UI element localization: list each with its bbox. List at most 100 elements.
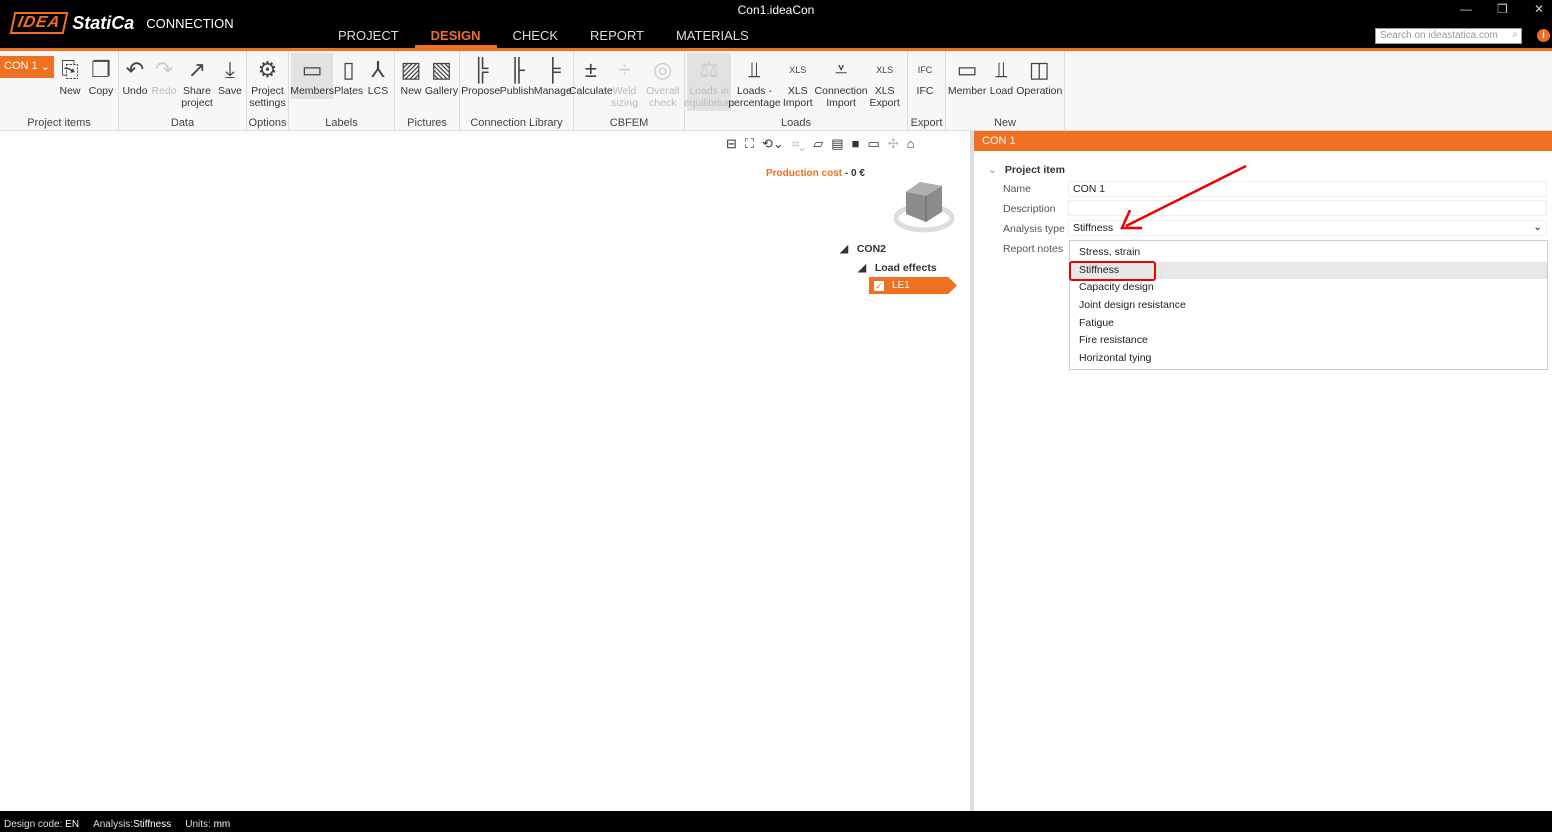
dropdown-option[interactable]: Fire resistance <box>1070 332 1547 350</box>
new-member-icon: ▭ <box>956 57 978 82</box>
check-icon: ◎ <box>653 57 673 82</box>
group-label: Loads <box>781 117 811 129</box>
button-label: Share project <box>181 85 213 109</box>
new-button[interactable]: ⎘ New <box>55 53 85 99</box>
connection-select[interactable]: CON 1 ⌄ <box>0 56 54 78</box>
dropdown-option[interactable]: Fatigue <box>1070 315 1547 333</box>
tree-node-load-effects[interactable]: ◢ Load effects <box>840 259 937 278</box>
redo-icon: ↷ <box>154 57 174 82</box>
button-label: Copy <box>88 85 114 97</box>
member-button[interactable]: ▭ Member <box>948 53 987 99</box>
ribbon-group-project-items: CON 1 ⌄ ⎘ New ❐ Copy Project items <box>0 51 119 131</box>
plates-button[interactable]: ▯ Plates <box>334 53 363 99</box>
checkbox-icon[interactable]: ✓ <box>874 281 884 291</box>
group-label: Data <box>170 117 195 129</box>
dropdown-option[interactable]: Stress, strain <box>1070 244 1547 262</box>
ifc-button[interactable]: IFC IFC <box>910 53 940 99</box>
redo-button[interactable]: ↷ Redo <box>150 53 178 111</box>
tab-report[interactable]: REPORT <box>574 28 660 48</box>
weld-icon: ÷ <box>618 57 631 82</box>
member-view-icon[interactable]: ▭ <box>867 136 879 152</box>
chevron-down-icon[interactable]: ⌄ <box>1533 221 1542 233</box>
operation-button[interactable]: ◫ Operation <box>1016 53 1062 99</box>
tab-materials[interactable]: MATERIALS <box>660 28 765 48</box>
overall-check-button[interactable]: ◎ Overall check <box>643 53 682 111</box>
measure-icon[interactable]: ⊟ <box>726 136 737 152</box>
home-icon[interactable]: ⌂ <box>907 136 915 152</box>
red-arrow-annotation <box>1120 164 1247 230</box>
settings-icon: ⚙ <box>257 57 278 82</box>
transparent-icon[interactable]: ▤ <box>831 136 843 152</box>
solid-icon[interactable]: ■ <box>852 136 860 152</box>
button-label: Plates <box>334 85 364 97</box>
calculate-button[interactable]: ± Calculate <box>569 53 613 111</box>
status-design-code: Design code: EN <box>4 819 80 830</box>
save-button[interactable]: ⤓ Save <box>216 53 244 111</box>
loads-in-equilibrium-button[interactable]: ⚖ Loads in equilibrium <box>684 53 735 111</box>
weld-sizing-button[interactable]: ÷ Weld sizing <box>607 53 643 111</box>
publish-icon: ╟ <box>509 57 525 82</box>
search-input[interactable]: Search on ideastatica.com ⌕ <box>1375 28 1522 44</box>
axes-icon: ⅄ <box>371 57 385 82</box>
new-button[interactable]: ▨ New <box>397 53 425 99</box>
minimize-button[interactable]: — <box>1460 2 1472 16</box>
button-label: New <box>400 85 422 97</box>
view-toolbar: ⊟ ⛶ ⟲⌄ ⌗⌄ ▱ ▤ ■ ▭ ✣ ⌂ <box>726 136 915 152</box>
load-tree: ◢ CON2 ◢ Load effects <box>840 240 937 278</box>
dropdown-option[interactable]: Capacity design <box>1070 279 1547 297</box>
button-label: XLS Export <box>869 85 900 109</box>
tab-check[interactable]: CHECK <box>497 28 575 48</box>
section-project-item[interactable]: ⌄ Project item <box>988 164 1065 176</box>
wireframe-icon[interactable]: ▱ <box>813 136 823 152</box>
copy-button[interactable]: ❐ Copy <box>86 53 116 99</box>
xls-import-button[interactable]: XLS XLS Import <box>778 53 818 111</box>
tree-node-le1[interactable]: ✓ LE1 <box>869 277 957 294</box>
project-settings-button[interactable]: ⚙ Project settings <box>249 53 286 111</box>
cost-label: Production cost <box>766 168 843 179</box>
close-button[interactable]: ✕ <box>1534 2 1544 16</box>
search-placeholder: Search on ideastatica.com <box>1380 30 1498 41</box>
operation-icon: ◫ <box>1028 57 1050 82</box>
load-button[interactable]: ⫫ Load <box>987 53 1015 99</box>
percent-icon: ⫫ <box>748 57 761 82</box>
chevron-down-icon: ⌄ <box>40 61 50 73</box>
publish-button[interactable]: ╟ Publish <box>500 53 534 99</box>
undo-button[interactable]: ↶ Undo <box>121 53 149 111</box>
section-title: Project item <box>1004 164 1065 176</box>
main-tabs: PROJECT DESIGN CHECK REPORT MATERIALS <box>322 28 765 48</box>
search-icon[interactable]: ⌕ <box>1512 29 1518 40</box>
dropdown-option[interactable]: Joint design resistance <box>1070 297 1547 315</box>
chevron-down-icon: ⌄ <box>988 164 997 176</box>
ribbon-group-connection-library: ╠ Propose ╟ Publish ╞ Manage Connection Librar… <box>460 51 574 131</box>
manage-button[interactable]: ╞ Manage <box>534 53 572 99</box>
button-label: Gallery <box>424 85 459 97</box>
share-project-button[interactable]: ↗ Share project <box>179 53 215 111</box>
loads-percentage-button[interactable]: ⫫ Loads - percentage <box>728 53 781 111</box>
crop-icon[interactable]: ⌗⌄ <box>792 136 805 152</box>
name-label: Name <box>1003 183 1032 195</box>
tab-project[interactable]: PROJECT <box>322 28 415 48</box>
3d-viewport[interactable] <box>0 131 970 811</box>
dropdown-option[interactable]: Horizontal tying <box>1070 350 1547 368</box>
axis-icon[interactable]: ✣ <box>888 136 899 152</box>
members-button[interactable]: ▭ Members <box>290 53 334 99</box>
group-label: Options <box>248 117 287 129</box>
ribbon: CON 1 ⌄ ⎘ New ❐ Copy Project items ↶ Undo ↷ Redo ↗ S… <box>0 51 1552 131</box>
status-analysis: Analysis:Stiffness <box>93 819 172 830</box>
balance-icon: ⚖ <box>699 57 720 82</box>
connection-import-button[interactable]: ⩡ Connection Import <box>815 53 868 111</box>
restore-button[interactable]: ❐ <box>1497 2 1508 16</box>
group-label: New <box>993 117 1016 129</box>
lcs-button[interactable]: ⅄ LCS <box>364 53 392 99</box>
rotate-icon[interactable]: ⟲⌄ <box>762 136 784 152</box>
button-label: Members <box>290 85 334 97</box>
gallery-button[interactable]: ▧ Gallery <box>424 53 459 99</box>
tree-node-con2[interactable]: ◢ CON2 <box>840 240 937 259</box>
info-icon[interactable]: i <box>1537 29 1550 42</box>
fit-icon[interactable]: ⛶ <box>745 136 754 152</box>
view-cube-icon[interactable] <box>894 178 958 236</box>
calculate-icon: ± <box>584 57 597 82</box>
xls-export-button[interactable]: XLS XLS Export <box>864 53 905 111</box>
propose-button[interactable]: ╠ Propose <box>461 53 500 99</box>
tab-design[interactable]: DESIGN <box>414 28 497 48</box>
